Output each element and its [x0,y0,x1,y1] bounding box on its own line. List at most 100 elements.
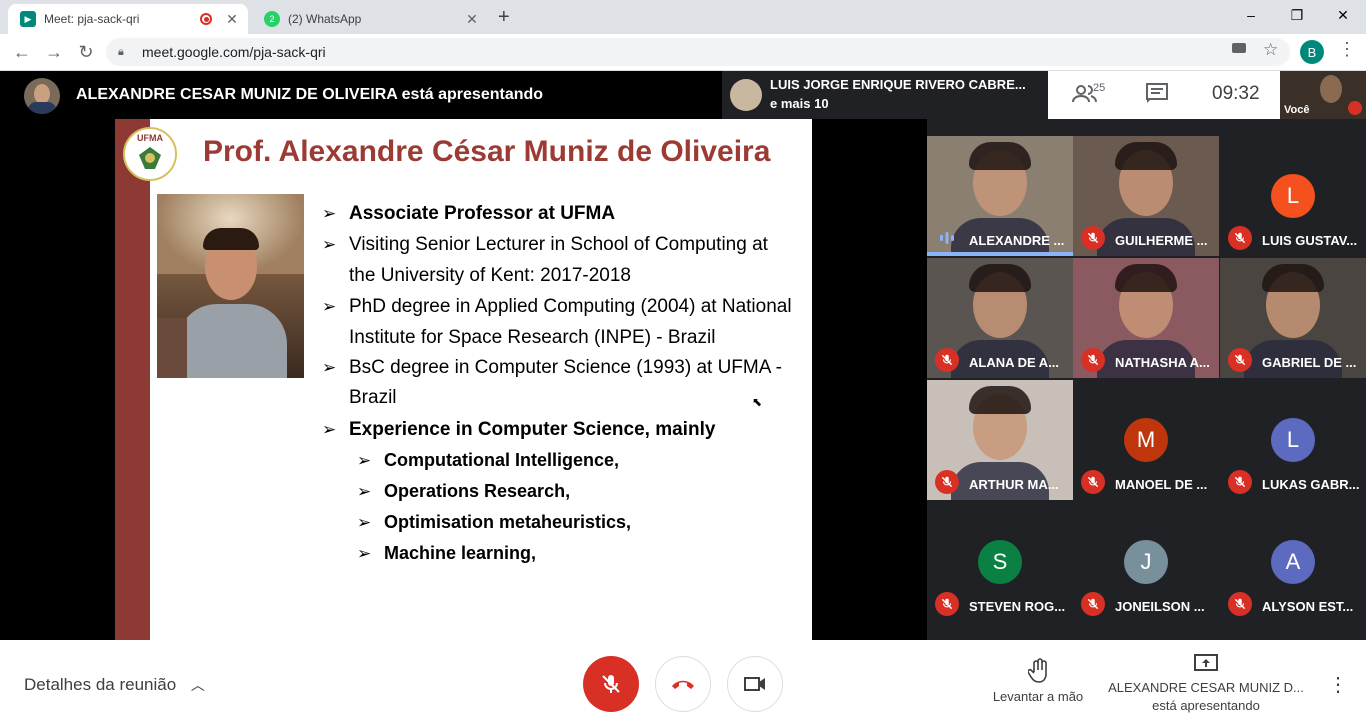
participant-count: 25 [1093,82,1106,94]
mic-off-icon [602,675,620,693]
slide-bullet-text: Operations Research, [384,481,571,501]
participant-tile[interactable]: NATHASHA A... [1073,258,1219,378]
mic-off-icon [1228,470,1252,494]
mic-off-icon [935,470,959,494]
camera-toggle-button[interactable] [727,656,783,712]
participant-video-hair [1115,142,1177,170]
participant-initial-avatar: J [1124,540,1168,584]
participant-tile[interactable]: L LUIS GUSTAV... [1220,136,1366,256]
presenting-status-line1[interactable]: ALEXANDRE CESAR MUNIZ D... [1106,680,1306,695]
slide-bullet-text: PhD degree in Applied Computing (2004) a… [349,296,792,317]
close-tab-icon[interactable]: ✕ [464,11,480,28]
star-icon[interactable]: ☆ [1263,40,1278,60]
raise-hand-icon[interactable] [1027,658,1050,689]
leave-call-button[interactable] [655,656,711,712]
participant-initial-avatar: S [978,540,1022,584]
participant-tile[interactable]: ALEXANDRE ... [927,136,1073,256]
restore-icon[interactable]: ❐ [1274,0,1320,30]
mic-off-icon [1081,592,1105,616]
participant-video-hair [969,142,1031,170]
participant-name: ALYSON EST... [1262,599,1354,614]
participant-tile[interactable]: ALANA DE A... [927,258,1073,378]
logo-text: UFMA [137,133,163,143]
participant-tile[interactable]: GABRIEL DE ... [1220,258,1366,378]
self-label: Você [1284,104,1310,116]
close-window-icon[interactable]: ✕ [1320,0,1366,30]
slide-bullet-text: Optimisation metaheuristics, [384,512,632,532]
tab-whatsapp[interactable]: 2 (2) WhatsApp ✕ [252,4,488,34]
mic-off-icon [1081,348,1105,372]
chat-icon[interactable] [1146,83,1168,109]
whatsapp-icon: 2 [264,11,280,27]
participant-name: STEVEN ROG... [969,599,1066,614]
bullet-arrow-icon: ➢ [322,235,337,254]
mic-toggle-button[interactable] [583,656,639,712]
profile-avatar[interactable]: B [1300,40,1324,64]
professor-photo [157,194,304,378]
bullet-arrow-icon: ➢ [357,544,372,563]
camera-icon[interactable] [1232,43,1246,53]
lock-icon: 🔒︎ [118,45,124,58]
url-text: meet.google.com/pja-sack-qri [142,44,326,60]
slide-bullet-text: BsC degree in Computer Science (1993) at… [349,357,782,378]
bullet-arrow-icon: ➢ [357,513,372,532]
participant-tile[interactable]: GUILHERME ... [1073,136,1219,256]
participant-initial-avatar: M [1124,418,1168,462]
presenter-avatar [24,78,60,114]
address-bar[interactable]: 🔒︎ meet.google.com/pja-sack-qri [106,38,1290,66]
participant-initial-avatar: L [1271,174,1315,218]
new-tab-button[interactable]: + [498,6,510,29]
close-tab-icon[interactable]: ✕ [224,11,240,28]
meeting-details-button[interactable]: Detalhes da reunião ︿ [24,675,205,695]
slide-bullet-text: Experience in Computer Science, mainly [349,419,716,440]
bullet-arrow-icon: ➢ [357,451,372,470]
participant-name: JONEILSON ... [1115,599,1205,614]
mic-off-icon [1228,226,1252,250]
speaker-more: e mais 10 [770,96,829,111]
presenting-status-line2: está apresentando [1152,698,1260,713]
slide-bullet-text: Computational Intelligence, [384,450,620,470]
avatar [730,79,762,111]
meet-icon: ▶ [20,11,36,27]
more-options-icon[interactable]: ⋮ [1328,672,1348,697]
bullet-arrow-icon: ➢ [357,482,372,501]
participant-tile[interactable]: ARTHUR MA... [927,380,1073,500]
participant-tile[interactable]: A ALYSON EST... [1220,502,1366,622]
participant-tile[interactable]: M MANOEL DE ... [1073,380,1219,500]
meeting-details-label: Detalhes da reunião [24,675,177,694]
ufma-logo: UFMA [123,127,177,181]
chevron-up-icon: ︿ [190,677,205,693]
mic-off-icon [935,592,959,616]
participant-video-hair [969,386,1031,414]
present-screen-icon[interactable] [1194,654,1218,679]
speaker-name: LUIS JORGE ENRIQUE RIVERO CABRE... [770,77,1026,92]
participant-initial-avatar: L [1271,418,1315,462]
participant-tile[interactable]: S STEVEN ROG... [927,502,1073,622]
participant-tile[interactable]: L LUKAS GABR... [1220,380,1366,500]
minimize-icon[interactable]: – [1228,0,1274,30]
menu-icon[interactable]: ⋮ [1338,39,1356,60]
reload-icon[interactable]: ↻ [72,38,100,66]
slide-side-bar [115,119,150,640]
back-icon[interactable]: ← [8,38,36,66]
slide-bullet-text: Machine learning, [384,543,537,563]
tab-meet[interactable]: ▶ Meet: pja-sack-qri ✕ [8,4,248,34]
recording-icon [200,13,212,25]
mic-off-icon [935,348,959,372]
participant-name: NATHASHA A... [1115,355,1210,370]
participant-video-hair [969,264,1031,292]
participant-video-hair [1262,264,1324,292]
bullet-arrow-icon: ➢ [322,420,337,439]
presentation-stage: UFMA Prof. Alexandre César Muniz de Oliv… [0,119,927,640]
meet-control-bar: Detalhes da reunião ︿ Levantar a mão ALE… [0,640,1366,728]
participant-name: ALEXANDRE ... [969,233,1065,248]
raise-hand-label[interactable]: Levantar a mão [990,689,1086,704]
forward-icon[interactable]: → [40,38,68,66]
participant-name: MANOEL DE ... [1115,477,1208,492]
self-view[interactable]: Você [1280,71,1366,119]
meeting-clock: 09:32 [1212,83,1260,104]
participant-name: LUKAS GABR... [1262,477,1360,492]
slide-bullet-text: Institute for Space Research (INPE) - Br… [349,327,716,348]
participant-tile[interactable]: J JONEILSON ... [1073,502,1219,622]
hang-up-icon [672,680,694,689]
